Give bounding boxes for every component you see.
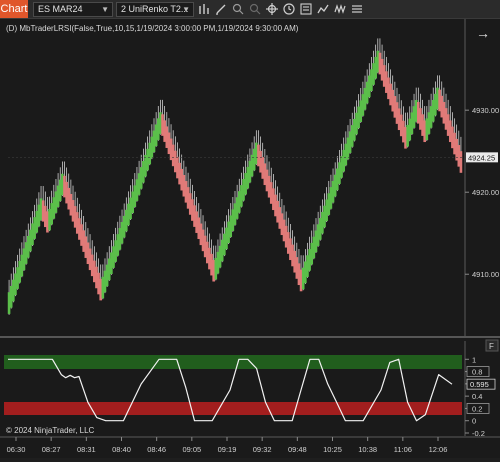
list-icon[interactable] [351,3,363,15]
chart-tab[interactable]: Chart [0,0,28,18]
time-tick-label: 08:27 [42,445,61,454]
instrument-selector[interactable]: ES MAR24 ▼ [33,2,113,17]
lrsi-tick-label: -0.2 [472,429,485,438]
time-tick-label: 11:06 [394,445,412,454]
toolbar: Chart ES MAR24 ▼ 2 UniRenko T2... ▼ [0,0,500,19]
price-tick-label: 4910.00 [472,270,499,279]
time-tick-label: 08:40 [112,445,131,454]
panel-badge-top-label: F [489,342,494,351]
candle-body [459,151,463,173]
zoom-in-icon[interactable] [232,3,244,15]
chevron-down-icon: ▼ [182,5,190,14]
time-tick-label: 09:05 [182,445,201,454]
lrsi-tick-label: 0.4 [472,392,482,401]
bar-type-label: 2 UniRenko T2... [121,4,189,14]
time-tick-label: 09:19 [218,445,237,454]
instrument-label: ES MAR24 [38,4,83,14]
time-tick-label: 08:46 [147,445,166,454]
lrsi-tick-label: 1 [472,355,476,364]
indicator-label: (D) MbTraderLRSI(False,True,10,15,1/19/2… [6,24,299,33]
time-tick-label: 09:32 [253,445,272,454]
lrsi-tick-label: 0.8 [472,368,482,377]
chart-panel[interactable]: 4930.004920.004910.004924.2510.80.60.40.… [0,19,500,458]
chevron-down-icon: ▼ [101,5,109,14]
arrow-icon[interactable]: → [476,25,490,41]
chart-style-icon[interactable] [317,3,329,15]
upper-band [4,355,462,369]
lrsi-tick-label: 0 [472,417,476,426]
time-tick-label: 08:31 [77,445,96,454]
lrsi-last-label: 0.595 [470,380,489,389]
last-price-label: 4924.25 [468,153,495,162]
time-tick-label: 09:48 [288,445,307,454]
time-tick-label: 06:30 [7,445,26,454]
time-tick-label: 12:06 [429,445,448,454]
strategy-icon[interactable] [334,3,346,15]
crosshair-icon[interactable] [266,3,278,15]
price-tick-label: 4930.00 [472,106,499,115]
lrsi-tick-label: 0.2 [472,404,482,413]
time-tick-label: 10:38 [358,445,377,454]
copyright-label: © 2024 NinjaTrader, LLC [6,426,95,435]
clock-icon[interactable] [283,3,295,15]
lower-band [4,402,462,415]
bar-chart-icon[interactable] [198,3,210,15]
zoom-out-icon[interactable] [249,3,261,15]
draw-pencil-icon[interactable] [215,3,227,15]
bar-type-selector[interactable]: 2 UniRenko T2... ▼ [116,2,194,17]
chart-canvas[interactable]: 4930.004920.004910.004924.2510.80.60.40.… [0,19,500,458]
price-tick-label: 4920.00 [472,188,499,197]
properties-icon[interactable] [300,3,312,15]
panel-badge-top[interactable]: F [485,339,499,352]
time-tick-label: 10:25 [323,445,342,454]
